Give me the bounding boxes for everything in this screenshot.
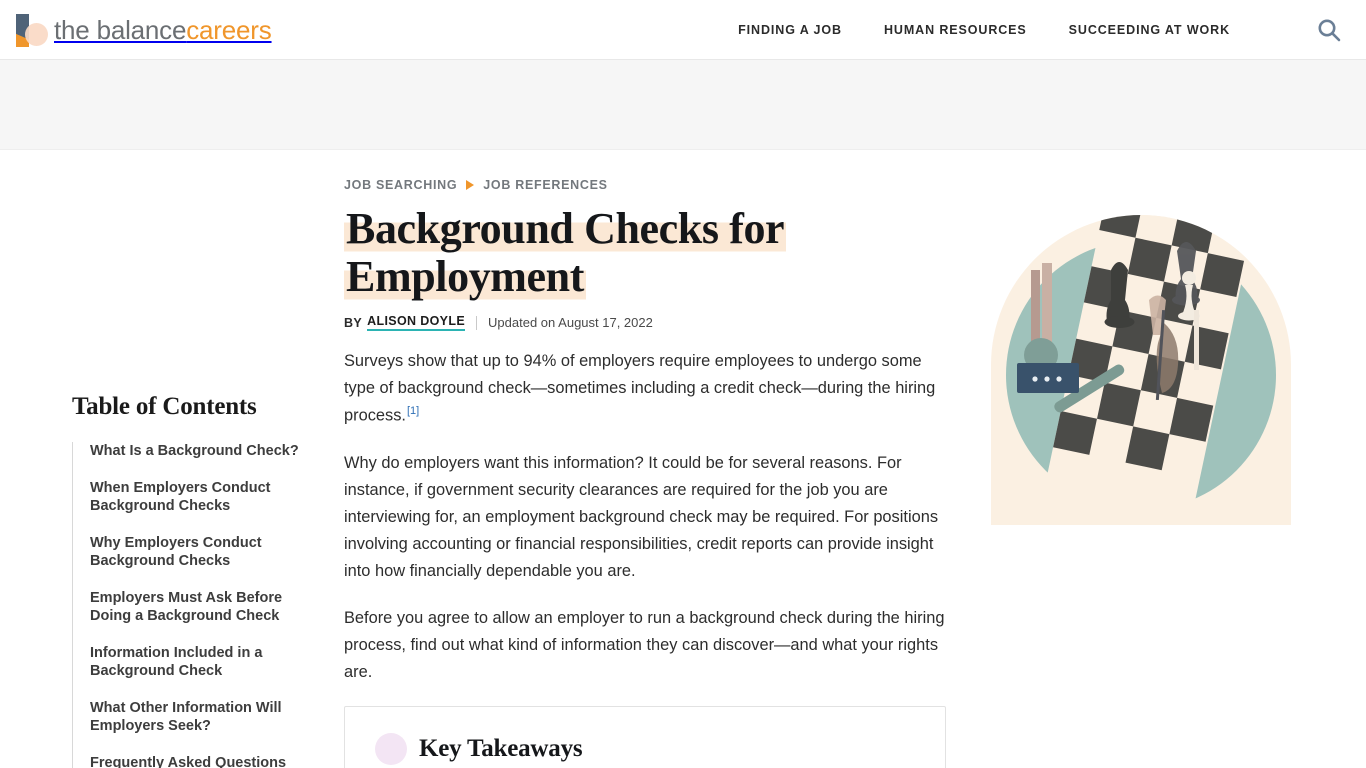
paragraph-text: Surveys show that up to 94% of employers… [344,352,936,425]
primary-navigation: FINDING A JOB HUMAN RESOURCES SUCCEEDING… [738,15,1344,45]
balance-logo-mark-icon [14,12,48,48]
list-item: When Employers Conduct Background Checks [90,479,306,516]
site-header: the balancecareers FINDING A JOB HUMAN R… [0,0,1366,60]
author-link[interactable]: ALISON DOYLE [367,314,466,332]
key-takeaways-header: Key Takeaways [375,733,915,766]
search-icon [1318,19,1341,41]
key-takeaways-box: Key Takeaways [344,706,946,768]
table-of-contents-title: Table of Contents [72,393,257,420]
citation-link-1[interactable]: [1] [407,405,419,417]
table-of-contents-list: What Is a Background Check? When Employe… [72,442,306,768]
breadcrumb-item-job-searching[interactable]: JOB SEARCHING [344,178,457,192]
toc-link-why-employers-conduct-background-checks[interactable]: Why Employers Conduct Background Checks [90,534,306,571]
triangle-right-icon [466,180,475,190]
list-item: Employers Must Ask Before Doing a Backgr… [90,589,306,626]
nav-item-finding-a-job[interactable]: FINDING A JOB [738,23,842,37]
brand-wordmark: the balancecareers [54,17,272,43]
list-item: Information Included in a Background Che… [90,644,306,681]
toc-link-information-included-in-a-background-check[interactable]: Information Included in a Background Che… [90,644,306,681]
toc-link-frequently-asked-questions[interactable]: Frequently Asked Questions [90,754,306,768]
toc-link-what-is-a-background-check[interactable]: What Is a Background Check? [90,442,306,461]
toc-link-employers-must-ask-before-doing-a-background-check[interactable]: Employers Must Ask Before Doing a Backgr… [90,589,306,626]
article-paragraph-1: Surveys show that up to 94% of employers… [344,348,946,430]
article-paragraph-3: Before you agree to allow an employer to… [344,609,945,682]
article-content: JOB SEARCHING JOB REFERENCES Background … [344,150,946,768]
site-logo[interactable]: the balancecareers [14,12,272,48]
nav-item-succeeding-at-work[interactable]: SUCCEEDING AT WORK [1069,23,1230,37]
toc-link-when-employers-conduct-background-checks[interactable]: When Employers Conduct Background Checks [90,479,306,516]
brand-name-secondary: careers [186,14,272,45]
byline: BY ALISON DOYLE Updated on August 17, 20… [344,314,946,332]
toc-link-what-other-information-will-employers-seek[interactable]: What Other Information Will Employers Se… [90,699,306,736]
byline-divider [476,315,478,330]
lightbulb-circle-icon [375,733,407,766]
hero-illustration [991,215,1291,525]
list-item: Why Employers Conduct Background Checks [90,534,306,571]
page-title-text: Background Checks for Employment [344,204,787,301]
breadcrumb: JOB SEARCHING JOB REFERENCES [344,150,946,192]
key-takeaways-title: Key Takeaways [419,735,583,763]
chess-board-illustration-icon [991,215,1291,525]
updated-date: Updated on August 17, 2022 [488,315,653,331]
search-button[interactable] [1314,15,1344,45]
nav-item-human-resources[interactable]: HUMAN RESOURCES [884,23,1027,37]
byline-by-label: BY [344,315,363,330]
table-of-contents: Table of Contents What Is a Background C… [0,150,330,768]
list-item: Frequently Asked Questions [90,754,306,768]
page-body: Table of Contents What Is a Background C… [0,150,1366,768]
page-title: Background Checks for Employment [344,204,844,301]
list-item: What Other Information Will Employers Se… [90,699,306,736]
article-paragraph-2: Why do employers want this information? … [344,453,939,580]
breadcrumb-item-job-references[interactable]: JOB REFERENCES [483,178,607,192]
advertisement-banner-slot [0,60,1366,150]
brand-name-primary: the balance [54,14,187,45]
list-item: What Is a Background Check? [90,442,306,461]
